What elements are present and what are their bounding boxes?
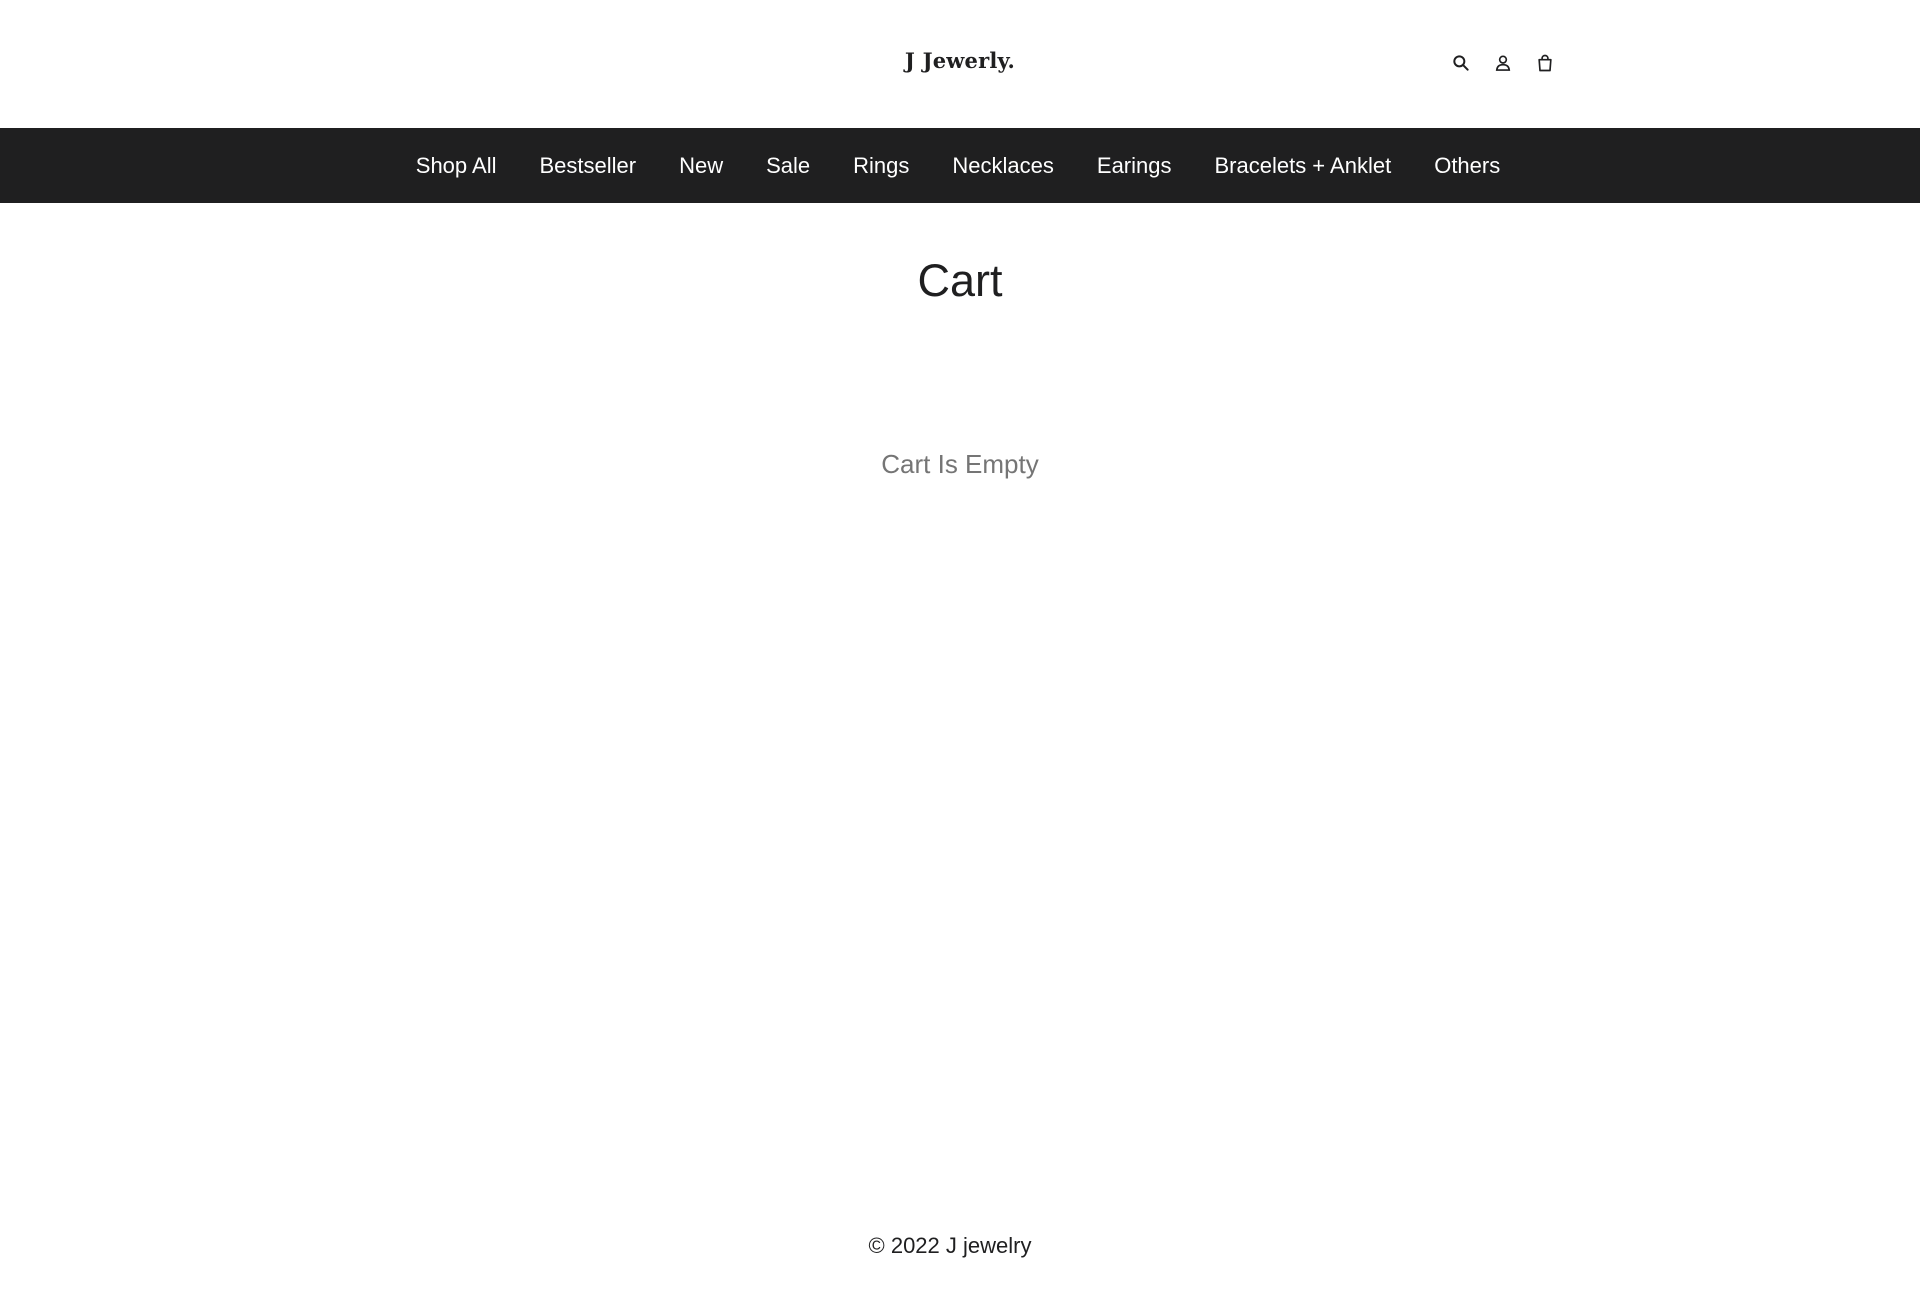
search-icon[interactable] (1450, 52, 1472, 74)
main-navigation: Shop All Bestseller New Sale Rings Neckl… (0, 128, 1920, 203)
nav-item-bestseller[interactable]: Bestseller (540, 153, 637, 179)
site-header: J Jewerly. (0, 0, 1920, 128)
cart-empty-message: Cart Is Empty (881, 449, 1039, 479)
copyright-footer: © 2022 J jewelry (868, 1233, 1032, 1258)
site-logo[interactable]: J Jewerly. (0, 48, 1920, 73)
nav-item-new[interactable]: New (679, 153, 723, 179)
cart-main: Cart Cart Is Empty (0, 203, 1920, 1307)
nav-item-necklaces[interactable]: Necklaces (952, 153, 1053, 179)
nav-item-sale[interactable]: Sale (766, 153, 810, 179)
header-icons (1450, 52, 1556, 74)
account-icon[interactable] (1492, 52, 1514, 74)
page-title: Cart (917, 255, 1003, 306)
nav-list: Shop All Bestseller New Sale Rings Neckl… (416, 153, 1500, 179)
nav-item-earings[interactable]: Earings (1097, 153, 1172, 179)
nav-item-others[interactable]: Others (1434, 153, 1500, 179)
nav-item-bracelets-anklet[interactable]: Bracelets + Anklet (1214, 153, 1391, 179)
cart-bag-icon[interactable] (1534, 52, 1556, 74)
nav-item-shop-all[interactable]: Shop All (416, 153, 497, 179)
nav-item-rings[interactable]: Rings (853, 153, 909, 179)
